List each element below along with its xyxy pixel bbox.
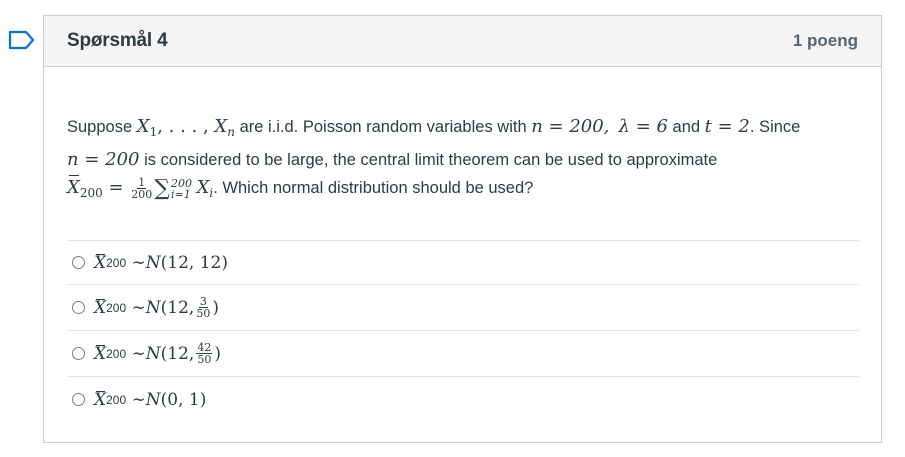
answer-list: X 200 ∼ N (12, 12) X 200 ∼ N (12, 3 50) X 200 … bbox=[67, 240, 859, 422]
question-text: Suppose X1, . . . , Xn are i.i.d. Poisso… bbox=[67, 113, 837, 207]
text-segment: Suppose bbox=[67, 118, 137, 136]
answer-option-d[interactable]: X 200 ∼ N (0, 1) bbox=[67, 376, 859, 422]
text-segment: is considered to be large, the central l… bbox=[139, 151, 718, 169]
math-t-eq: t = 2 bbox=[704, 116, 750, 137]
flag-question-icon[interactable] bbox=[8, 29, 36, 51]
math-fraction: 1 200 bbox=[131, 176, 153, 202]
question-header: Spørsmål 4 1 poeng bbox=[44, 16, 881, 67]
radio-unchecked-icon[interactable] bbox=[72, 393, 85, 406]
math-xi: Xi bbox=[196, 177, 214, 200]
answer-fraction: 3 50 bbox=[196, 295, 211, 320]
radio-unchecked-icon[interactable] bbox=[72, 256, 85, 269]
radio-unchecked-icon[interactable] bbox=[72, 301, 85, 314]
answer-option-a[interactable]: X 200 ∼ N (12, 12) bbox=[67, 240, 859, 284]
question-title: Spørsmål 4 bbox=[67, 30, 168, 51]
answer-label: X 200 ∼ N (12, 12) bbox=[94, 252, 229, 273]
math-dots: , . . . , bbox=[157, 116, 215, 137]
answer-label: X 200 ∼ N (12, 42 50) bbox=[94, 341, 221, 366]
math-xbar: X200 bbox=[67, 175, 103, 200]
math-sum: ∑ 200 i=1 bbox=[154, 175, 192, 201]
math-x1: X1 bbox=[136, 116, 158, 139]
text-segment: are i.i.d. Poisson random variables with bbox=[234, 118, 532, 136]
answer-label: X 200 ∼ N (12, 3 50) bbox=[94, 295, 219, 320]
answer-label: X 200 ∼ N (0, 1) bbox=[94, 389, 207, 410]
math-n-eq: n = 200, bbox=[531, 116, 610, 137]
math-xn: Xn bbox=[214, 116, 235, 139]
question-points: 1 poeng bbox=[792, 31, 858, 50]
answer-fraction: 42 50 bbox=[196, 341, 213, 366]
answer-option-c[interactable]: X 200 ∼ N (12, 42 50) bbox=[67, 330, 859, 376]
math-lambda-eq: λ = 6 bbox=[618, 116, 668, 137]
math-equals: = bbox=[102, 177, 130, 198]
math-n-eq2: n = 200 bbox=[67, 149, 140, 170]
answer-option-b[interactable]: X 200 ∼ N (12, 3 50) bbox=[67, 284, 859, 330]
text-segment: . Which normal distribution should be us… bbox=[213, 179, 534, 197]
text-segment: and bbox=[667, 118, 705, 136]
question-card: Spørsmål 4 1 poeng Suppose X1, . . . , X… bbox=[43, 15, 882, 443]
text-segment: . Since bbox=[749, 118, 801, 136]
radio-unchecked-icon[interactable] bbox=[72, 347, 85, 360]
